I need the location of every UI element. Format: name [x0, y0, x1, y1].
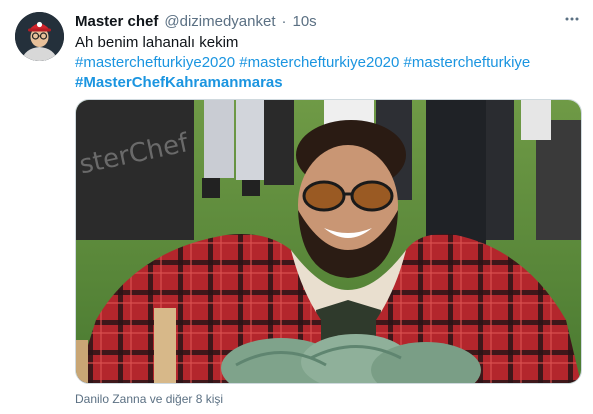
- liked-by-text[interactable]: Danilo Zanna ve diğer 8 kişi: [75, 392, 223, 406]
- tweet[interactable]: Master chef @dizimedyanket · 10s Ah beni…: [0, 0, 593, 414]
- author-name[interactable]: Master chef: [75, 13, 158, 30]
- tweet-header: Master chef @dizimedyanket · 10s: [75, 11, 317, 31]
- hashtag-line: #masterchefturkiye2020 #masterchefturkiy…: [75, 53, 575, 73]
- author-handle[interactable]: @dizimedyanket: [164, 13, 275, 30]
- avatar[interactable]: [15, 12, 64, 61]
- tweet-photo[interactable]: sterChef: [75, 99, 582, 384]
- hashtag-link[interactable]: #masterchefturkiye: [404, 54, 531, 71]
- tweet-text: Ah benim lahanalı kekim #masterchefturki…: [75, 33, 575, 93]
- timestamp[interactable]: 10s: [292, 13, 316, 30]
- tweet-text-line: Ah benim lahanalı kekim: [75, 34, 239, 51]
- more-options-button[interactable]: [562, 11, 582, 31]
- more-horizontal-icon: [563, 10, 581, 33]
- separator-dot: ·: [281, 12, 287, 30]
- hashtag-link[interactable]: #masterchefturkiye2020: [75, 54, 235, 71]
- hashtag-link[interactable]: #MasterChefKahramanmaras: [75, 74, 283, 91]
- hashtag-link[interactable]: #masterchefturkiye2020: [239, 54, 399, 71]
